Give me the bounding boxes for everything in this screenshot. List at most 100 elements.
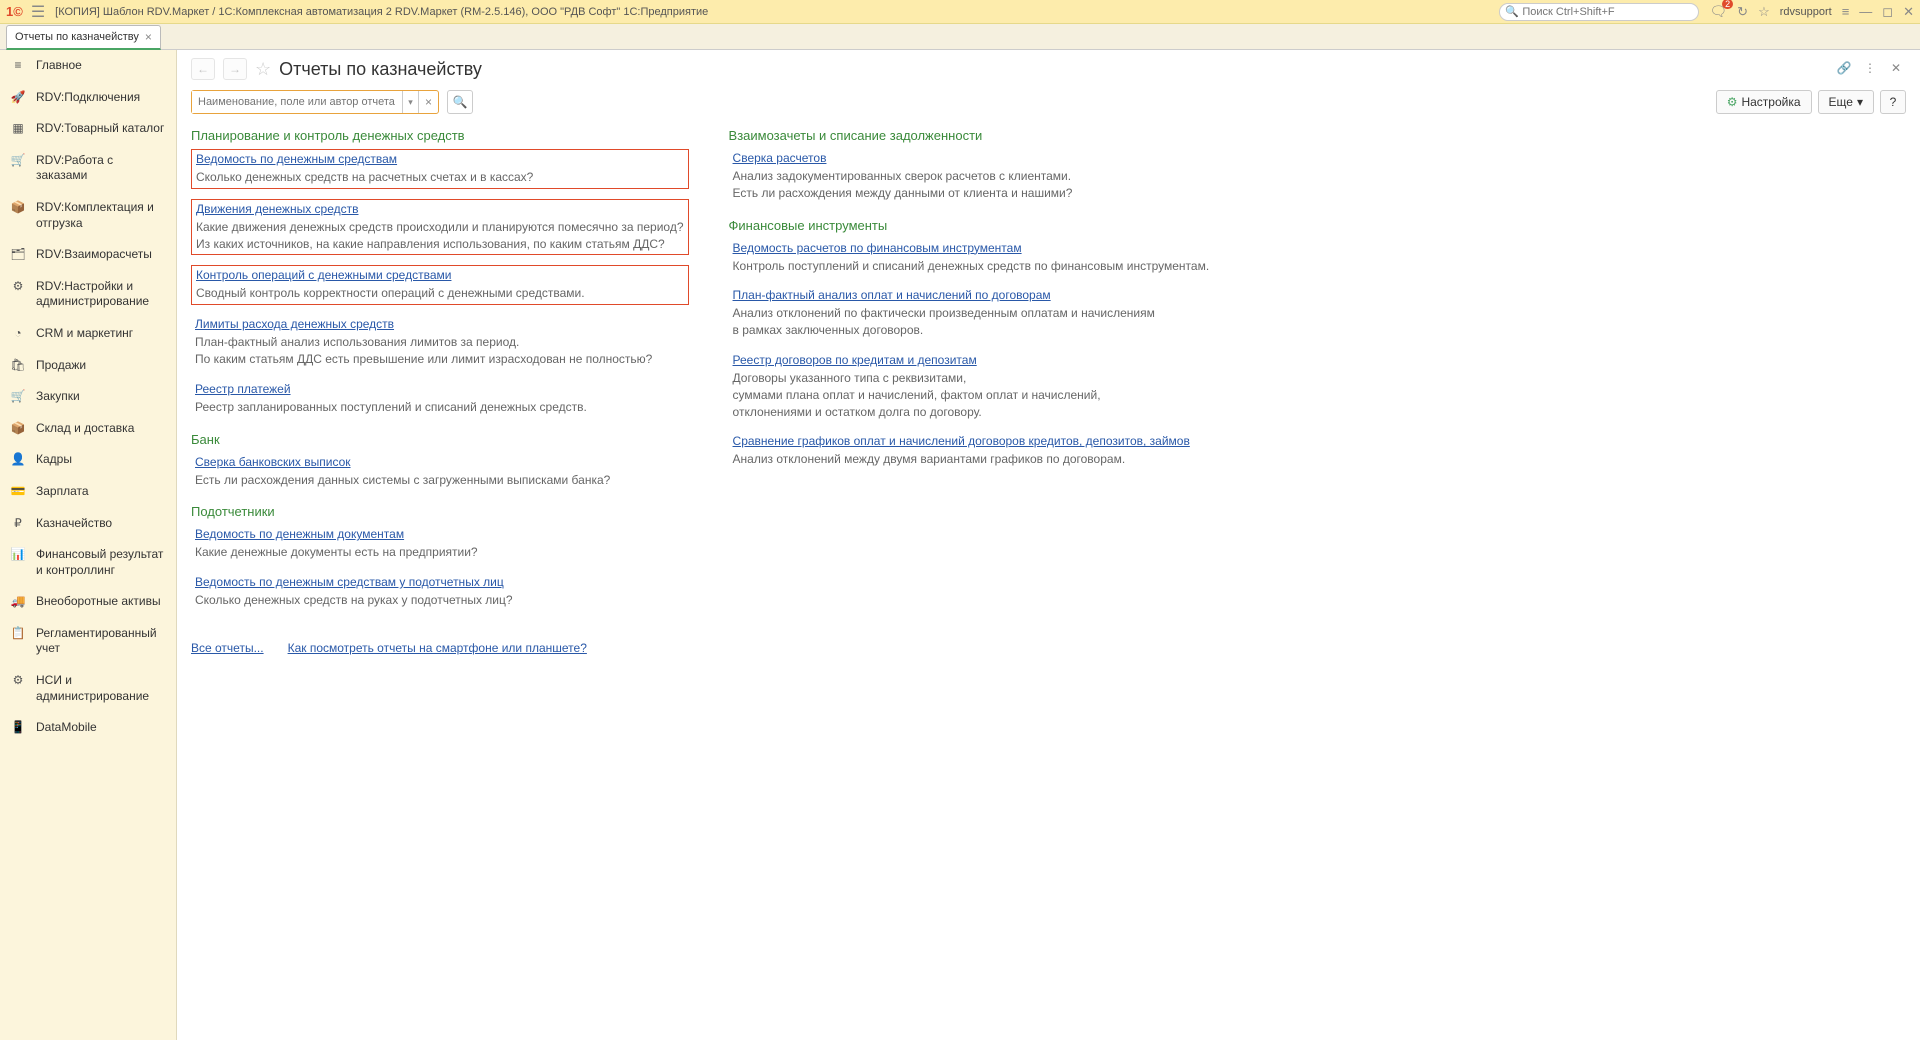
section-title: Финансовые инструменты xyxy=(729,218,1214,233)
report-link-plan-fact-payments[interactable]: План-фактный анализ оплат и начислений п… xyxy=(733,288,1051,302)
report-block: Лимиты расхода денежных средств План-фак… xyxy=(191,315,689,370)
user-label[interactable]: rdvsupport xyxy=(1780,6,1832,18)
sidebar-icon: 📊 xyxy=(10,547,26,561)
report-search-input[interactable] xyxy=(192,91,402,113)
sidebar-item[interactable]: 🗂RDV:Взаиморасчеты xyxy=(0,239,176,271)
more-button[interactable]: Еще ▾ xyxy=(1818,90,1874,114)
search-button[interactable]: 🔍 xyxy=(447,90,473,114)
report-desc: Анализ отклонений по фактически произвед… xyxy=(733,305,1210,339)
sidebar-label: Зарплата xyxy=(36,484,89,500)
report-desc: Анализ отклонений между двумя вариантами… xyxy=(733,451,1210,468)
report-link-payment-register[interactable]: Реестр платежей xyxy=(195,382,291,396)
minimize-icon[interactable]: — xyxy=(1859,4,1872,19)
menu-icon[interactable]: ☰ xyxy=(31,2,45,22)
page-header: ← → ☆ Отчеты по казначейству 🔗 ⋮ ✕ xyxy=(191,58,1906,80)
search-dropdown-icon[interactable]: ▾ xyxy=(402,91,418,113)
report-link-cash-ops-control[interactable]: Контроль операций с денежными средствами xyxy=(196,268,451,282)
sidebar-label: Казначейство xyxy=(36,516,112,532)
sidebar-item[interactable]: 🚚Внеоборотные активы xyxy=(0,586,176,618)
report-block: Сверка расчетов Анализ задокументированн… xyxy=(729,149,1214,204)
report-desc: Реестр запланированных поступлений и спи… xyxy=(195,399,685,416)
sidebar-label: Склад и доставка xyxy=(36,421,134,437)
toolbar: ▾ × 🔍 ⚙Настройка Еще ▾ ? xyxy=(191,90,1906,114)
sidebar-item[interactable]: 🚀RDV:Подключения xyxy=(0,82,176,114)
sidebar-item[interactable]: 🛍Продажи xyxy=(0,350,176,382)
settings-icon[interactable]: ≡ xyxy=(1842,4,1850,19)
page-title: Отчеты по казначейству xyxy=(279,59,482,80)
sidebar-item[interactable]: ▦RDV:Товарный каталог xyxy=(0,113,176,145)
report-link-loan-deposit-register[interactable]: Реестр договоров по кредитам и депозитам xyxy=(733,353,977,367)
nav-forward-button[interactable]: → xyxy=(223,58,247,80)
mobile-howto-link[interactable]: Как посмотреть отчеты на смартфоне или п… xyxy=(288,641,587,655)
favorite-star-icon[interactable]: ☆ xyxy=(255,59,271,80)
settings-button[interactable]: ⚙Настройка xyxy=(1716,90,1812,114)
sidebar-icon: ⚙ xyxy=(10,673,26,687)
report-link-cash-statement[interactable]: Ведомость по денежным средствам xyxy=(196,152,397,166)
global-search-input[interactable] xyxy=(1499,3,1699,21)
section-title: Подотчетники xyxy=(191,504,689,519)
sidebar-item[interactable]: 📊 Финансовый результат и контроллинг xyxy=(0,539,176,586)
report-search-wrap: ▾ × xyxy=(191,90,439,114)
report-link-cash-flow[interactable]: Движения денежных средств xyxy=(196,202,358,216)
report-link-schedule-compare[interactable]: Сравнение графиков оплат и начислений до… xyxy=(733,434,1190,448)
sidebar-item[interactable]: ≡Главное xyxy=(0,50,176,82)
sidebar-label: Финансовый результат и контроллинг xyxy=(36,547,166,578)
sidebar-item[interactable]: 💳 Зарплата xyxy=(0,476,176,508)
sidebar-item[interactable]: 📋Регламентированный учет xyxy=(0,618,176,665)
sidebar-item[interactable]: 🛒RDV:Работа с заказами xyxy=(0,145,176,192)
sidebar-item[interactable]: 👤Кадры xyxy=(0,444,176,476)
sidebar-item[interactable]: ⚙НСИ и администрирование xyxy=(0,665,176,712)
gear-icon: ⚙ xyxy=(1727,95,1738,109)
sidebar-icon: 💳 xyxy=(10,484,26,498)
tab-label: Отчеты по казначейству xyxy=(15,31,139,43)
report-desc: План-фактный анализ использования лимито… xyxy=(195,334,685,368)
sidebar-item[interactable]: ⚙RDV:Настройки и администрирование xyxy=(0,271,176,318)
notif-badge: 2 xyxy=(1722,0,1733,9)
report-link-settlement-check[interactable]: Сверка расчетов xyxy=(733,151,827,165)
footer-links: Все отчеты... Как посмотреть отчеты на с… xyxy=(191,641,689,655)
tabbar: Отчеты по казначейству × xyxy=(0,24,1920,50)
app-logo: 1© xyxy=(6,4,23,19)
report-link-bank-reconcile[interactable]: Сверка банковских выписок xyxy=(195,455,351,469)
sidebar-icon: 📦 xyxy=(10,421,26,435)
tab-reports-treasury[interactable]: Отчеты по казначейству × xyxy=(6,25,161,50)
sidebar-label: RDV:Взаиморасчеты xyxy=(36,247,152,263)
report-link-cash-docs[interactable]: Ведомость по денежным документам xyxy=(195,527,404,541)
sidebar-label: Кадры xyxy=(36,452,72,468)
link-icon[interactable]: 🔗 xyxy=(1834,58,1854,78)
tab-close-icon[interactable]: × xyxy=(145,30,152,44)
report-link-spend-limits[interactable]: Лимиты расхода денежных средств xyxy=(195,317,394,331)
sidebar-item[interactable]: 🛒Закупки xyxy=(0,381,176,413)
report-desc: Сколько денежных средств на руках у подо… xyxy=(195,592,685,609)
kebab-icon[interactable]: ⋮ xyxy=(1860,58,1880,78)
sidebar-icon: ⚙ xyxy=(10,279,26,293)
sidebar-label: DataMobile xyxy=(36,720,97,736)
notifications-icon[interactable]: 🗨2 xyxy=(1709,3,1727,20)
sidebar-icon: 📦 xyxy=(10,200,26,214)
sidebar-item[interactable]: 📦RDV:Комплектация и отгрузка xyxy=(0,192,176,239)
maximize-icon[interactable]: ◻ xyxy=(1882,4,1893,20)
close-icon[interactable]: ✕ xyxy=(1903,4,1914,20)
sidebar-item[interactable]: 📦 Склад и доставка xyxy=(0,413,176,445)
close-content-icon[interactable]: ✕ xyxy=(1886,58,1906,78)
all-reports-link[interactable]: Все отчеты... xyxy=(191,641,264,655)
history-icon[interactable]: ↻ xyxy=(1737,4,1748,20)
sidebar-icon: ₽ xyxy=(10,516,26,530)
report-block: Ведомость по денежным средствам у подотч… xyxy=(191,573,689,611)
section-title: Банк xyxy=(191,432,689,447)
report-block: Ведомость расчетов по финансовым инструм… xyxy=(729,239,1214,277)
sidebar-item[interactable]: ₽ Казначейство xyxy=(0,508,176,540)
sidebar-icon: 📋 xyxy=(10,626,26,640)
help-button[interactable]: ? xyxy=(1880,90,1906,114)
sidebar-item[interactable]: 📱DataMobile xyxy=(0,712,176,744)
favorite-icon[interactable]: ☆ xyxy=(1758,4,1770,20)
report-link-fin-instruments[interactable]: Ведомость расчетов по финансовым инструм… xyxy=(733,241,1022,255)
sidebar-icon: 🛒 xyxy=(10,153,26,167)
titlebar: 1© ☰ [КОПИЯ] Шаблон RDV.Маркет / 1С:Комп… xyxy=(0,0,1920,24)
sidebar-item[interactable]: ◔CRM и маркетинг xyxy=(0,318,176,350)
sidebar-icon: 🛒 xyxy=(10,389,26,403)
sidebar: ≡Главное🚀RDV:Подключения▦RDV:Товарный ка… xyxy=(0,50,177,1040)
search-clear-icon[interactable]: × xyxy=(418,91,438,113)
report-link-accountable-cash[interactable]: Ведомость по денежным средствам у подотч… xyxy=(195,575,504,589)
nav-back-button[interactable]: ← xyxy=(191,58,215,80)
